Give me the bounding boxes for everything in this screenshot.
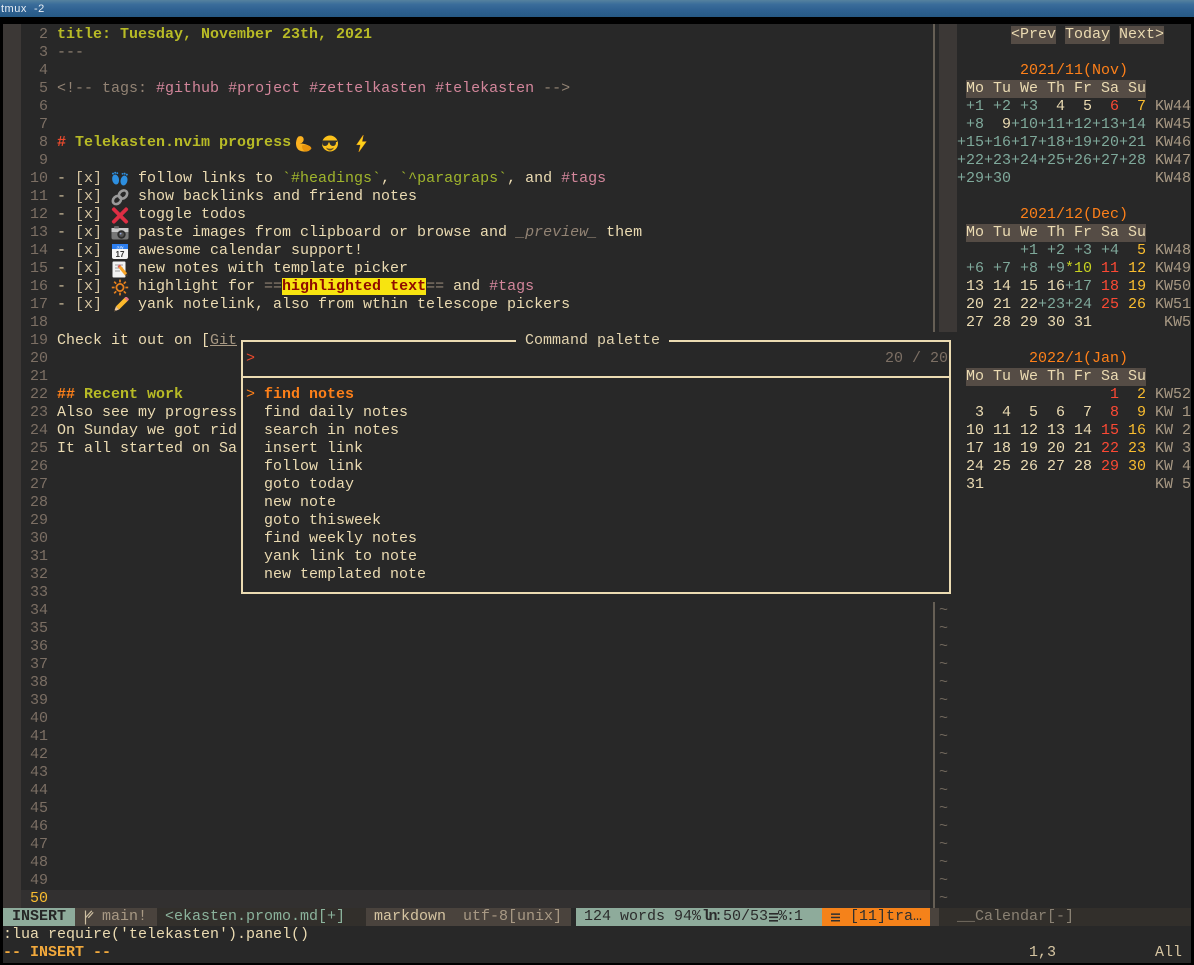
svg-text:July: July <box>116 244 123 249</box>
svg-text:17: 17 <box>116 250 125 259</box>
